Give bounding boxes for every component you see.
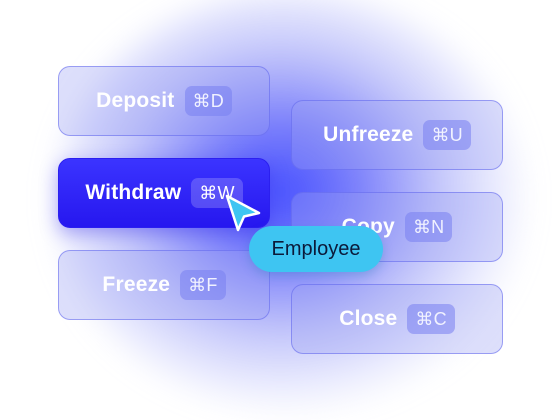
actions-canvas: Deposit ⌘D Withdraw ⌘W Freeze ⌘F Unfreez…	[0, 0, 560, 420]
cursor-user-tag-label: Employee	[271, 237, 361, 260]
unfreeze-shortcut-badge: ⌘U	[423, 120, 471, 150]
deposit-shortcut-badge: ⌘D	[184, 86, 232, 116]
freeze-button[interactable]: Freeze ⌘F	[58, 250, 270, 320]
close-button[interactable]: Close ⌘C	[291, 284, 503, 354]
unfreeze-button[interactable]: Unfreeze ⌘U	[291, 100, 503, 170]
deposit-button-label: Deposit	[96, 89, 175, 112]
unfreeze-button-label: Unfreeze	[323, 123, 414, 146]
withdraw-button-label: Withdraw	[85, 181, 182, 204]
deposit-button[interactable]: Deposit ⌘D	[58, 66, 270, 136]
copy-shortcut-badge: ⌘N	[404, 212, 453, 242]
pointer-cursor-icon	[225, 194, 261, 232]
close-shortcut-badge: ⌘C	[407, 304, 455, 334]
close-button-label: Close	[339, 307, 398, 330]
freeze-shortcut-badge: ⌘F	[180, 270, 226, 300]
cursor-user-tag: Employee	[249, 226, 383, 272]
freeze-button-label: Freeze	[102, 273, 171, 296]
